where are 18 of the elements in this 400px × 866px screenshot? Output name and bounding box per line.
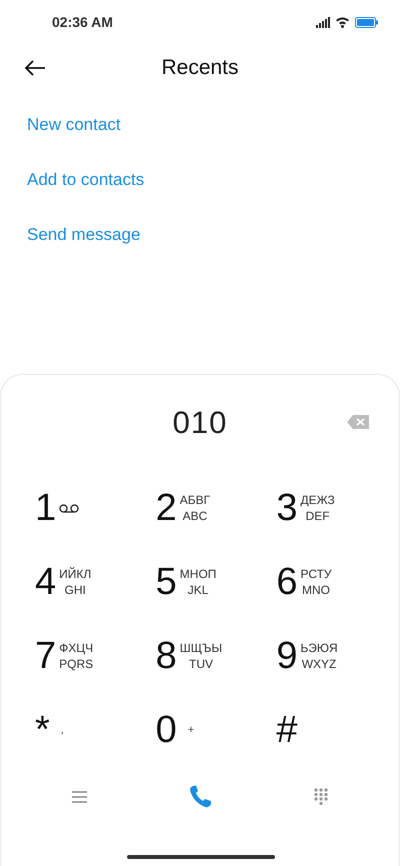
- signal-icon: [316, 16, 330, 28]
- backspace-icon: [347, 415, 369, 429]
- delete-button[interactable]: [347, 415, 369, 429]
- keypad-icon: [314, 788, 328, 805]
- dial-key[interactable]: 1: [27, 483, 80, 533]
- voicemail-icon: [59, 504, 80, 512]
- dial-key[interactable]: #: [268, 705, 298, 755]
- dial-key[interactable]: 0 +: [148, 705, 194, 755]
- back-button[interactable]: [24, 60, 46, 76]
- dial-key[interactable]: * ,: [27, 705, 64, 755]
- back-arrow-icon: [24, 60, 46, 76]
- dialed-number: 010: [172, 405, 228, 441]
- battery-icon: [355, 16, 378, 28]
- menu-icon: [72, 790, 87, 802]
- wifi-icon: [335, 16, 350, 28]
- phone-icon: [188, 785, 212, 808]
- status-time: 02:36 AM: [52, 14, 113, 30]
- page-title: Recents: [161, 56, 239, 80]
